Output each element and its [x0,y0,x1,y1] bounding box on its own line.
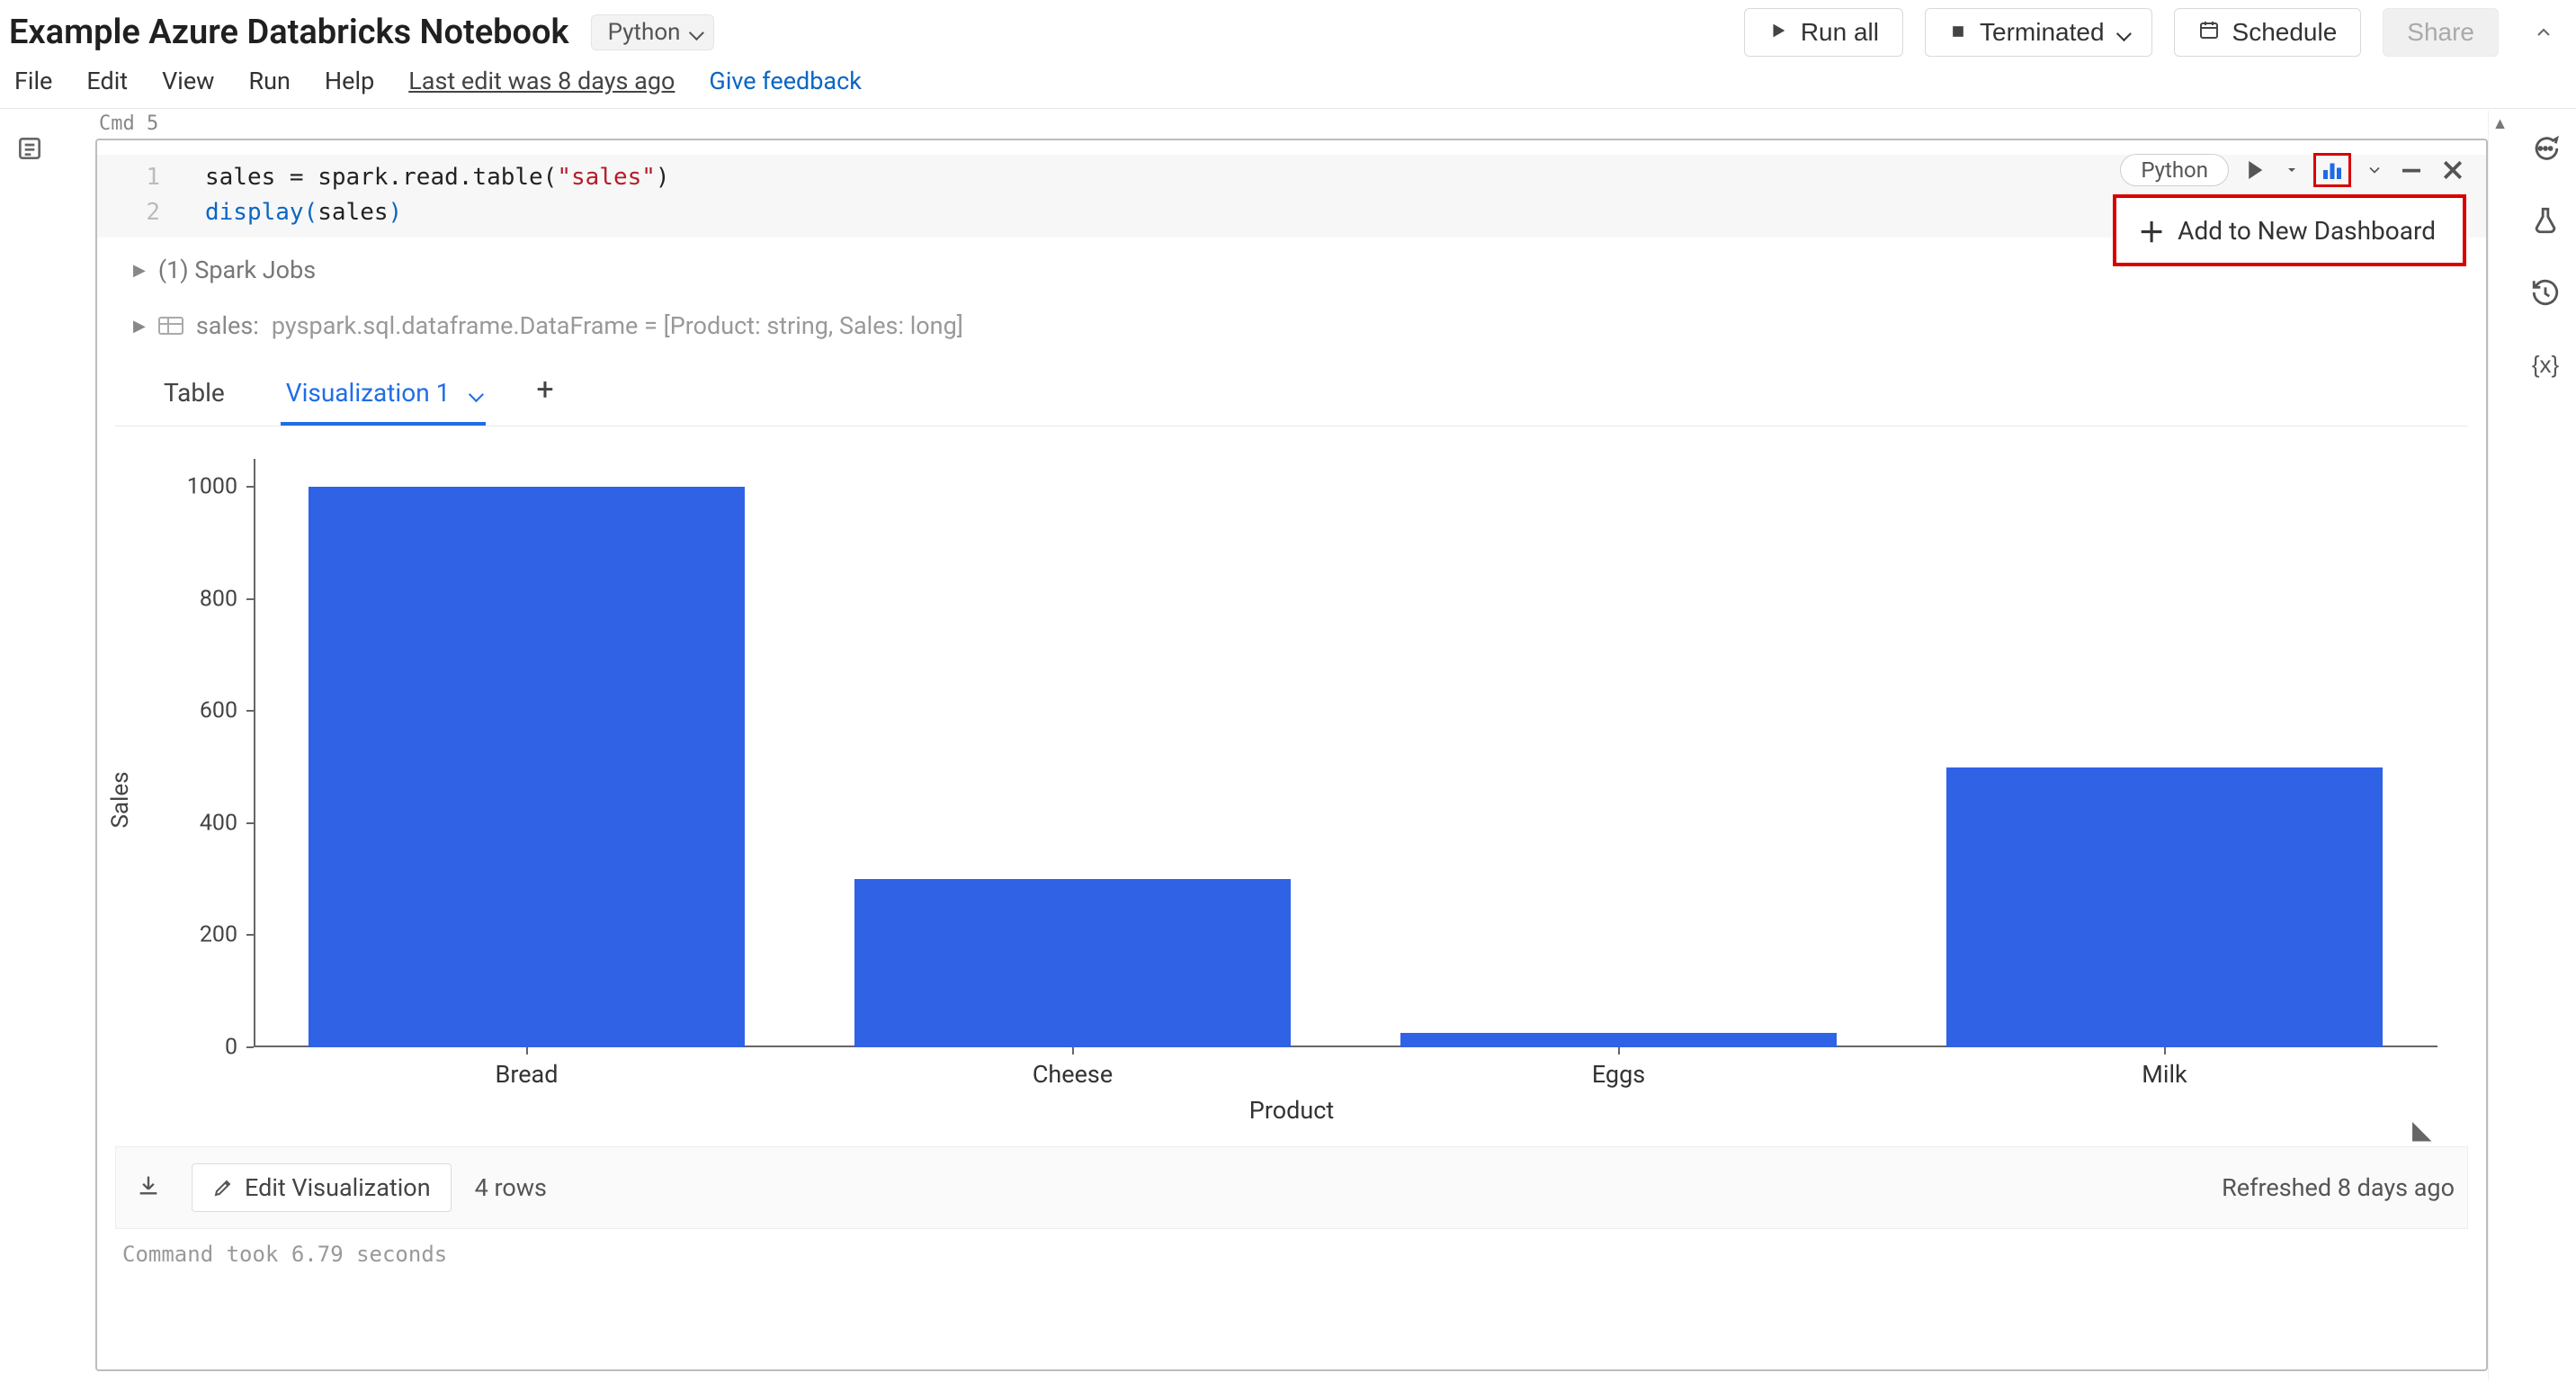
tab-visualization[interactable]: Visualization 1 [281,367,487,426]
last-edit-link[interactable]: Last edit was 8 days ago [408,67,675,95]
add-visualization-button[interactable]: + [536,372,553,422]
chart-bar[interactable] [309,487,746,1047]
chart-y-tick: 400 [165,810,237,836]
menu-edit[interactable]: Edit [86,67,128,95]
viz-tabs: Table Visualization 1 + [115,349,2468,426]
chart-bar[interactable] [1400,1033,1838,1047]
toc-icon[interactable] [12,130,48,166]
schedule-label: Schedule [2232,18,2338,47]
history-icon[interactable] [2527,274,2563,310]
row-count: 4 rows [475,1173,547,1202]
experiments-icon[interactable] [2527,202,2563,238]
share-label: Share [2407,18,2474,47]
tab-table[interactable]: Table [158,367,230,426]
notebook-title: Example Azure Databricks Notebook [9,13,569,52]
resize-handle-icon[interactable]: ◢ [2412,1115,2432,1144]
chart-x-tick: Eggs [1592,1060,1645,1089]
play-icon [1768,18,1788,47]
dataframe-name: sales: [196,311,259,340]
chart-bar[interactable] [854,879,1292,1047]
table-icon [158,317,183,335]
gutter-line-num: 2 [97,195,205,230]
minimize-icon[interactable] [2398,157,2425,184]
chart-x-axis-title: Product [128,1096,2455,1125]
chevron-down-icon[interactable] [2366,157,2384,184]
run-cell-icon[interactable] [2243,157,2270,184]
scroll-up-icon[interactable]: ▲ [2492,114,2509,133]
menu-view[interactable]: View [162,67,214,95]
notebook-cell: Python [95,139,2488,1371]
gutter-line-num: 1 [97,160,205,195]
right-rail: {x} [2515,109,2576,1380]
viz-footer: Edit Visualization 4 rows Refreshed 8 da… [115,1146,2468,1229]
download-icon[interactable] [129,1172,168,1204]
cluster-status-label: Terminated [1980,18,2105,47]
chart-area: Sales 02004006008001000BreadCheeseEggsMi… [128,453,2455,1146]
menu-help[interactable]: Help [325,67,374,95]
language-label: Python [608,19,681,46]
cell-language-pill[interactable]: Python [2120,154,2229,186]
share-button[interactable]: Share [2383,8,2499,57]
chart-y-tick: 1000 [165,474,237,500]
dataframe-schema-toggle[interactable]: ▶ sales: pyspark.sql.dataframe.DataFrame… [97,293,2486,349]
chevron-down-icon [690,19,701,46]
refreshed-label: Refreshed 8 days ago [2222,1173,2455,1202]
triangle-right-icon: ▶ [133,317,146,336]
stop-icon [1949,18,1967,47]
tab-visualization-label: Visualization 1 [286,378,451,408]
schedule-button[interactable]: Schedule [2174,8,2362,57]
comments-icon[interactable] [2527,130,2563,166]
add-to-dashboard-callout[interactable]: ＋ Add to New Dashboard [2113,194,2466,266]
menu-run[interactable]: Run [248,67,290,95]
edit-visualization-label: Edit Visualization [245,1173,431,1202]
triangle-right-icon: ▶ [133,261,146,280]
left-rail [0,109,59,1380]
chevron-down-icon [2117,18,2128,47]
chart-y-tick: 0 [165,1035,237,1061]
feedback-link[interactable]: Give feedback [709,67,861,95]
variables-icon[interactable]: {x} [2527,346,2563,382]
highlighted-chart-icon-annotation [2313,153,2351,187]
chart-y-axis-title: Sales [107,771,134,828]
chevron-up-icon[interactable] [2520,13,2567,52]
chart-y-tick: 600 [165,698,237,724]
plus-icon: ＋ [2138,211,2165,250]
chart-y-tick: 800 [165,586,237,612]
add-to-dashboard-label: Add to New Dashboard [2178,216,2436,246]
chart-bar[interactable] [1946,767,2384,1047]
close-icon[interactable] [2439,157,2466,184]
spark-jobs-label: (1) Spark Jobs [158,256,316,284]
bar-chart-icon[interactable] [2319,157,2346,184]
cmd-tag: Cmd 5 [95,112,2488,139]
chart-x-tick: Cheese [1033,1060,1113,1089]
chart-y-tick: 200 [165,922,237,948]
run-all-button[interactable]: Run all [1744,8,1903,57]
chart-x-tick: Milk [2142,1060,2187,1089]
cluster-status-button[interactable]: Terminated [1925,8,2152,57]
calendar-icon [2198,18,2220,47]
run-all-label: Run all [1801,18,1879,47]
run-menu-caret-icon[interactable] [2285,157,2299,184]
scrollbar-vertical[interactable]: ▲ [2488,111,2511,1380]
dataframe-schema: pyspark.sql.dataframe.DataFrame = [Produ… [272,311,963,340]
edit-visualization-button[interactable]: Edit Visualization [192,1163,452,1212]
chevron-down-icon [470,378,480,408]
command-timing: Command took 6.79 seconds [97,1229,2486,1281]
chart-x-tick: Bread [496,1060,559,1089]
menu-file[interactable]: File [14,67,52,95]
language-picker[interactable]: Python [591,14,714,50]
